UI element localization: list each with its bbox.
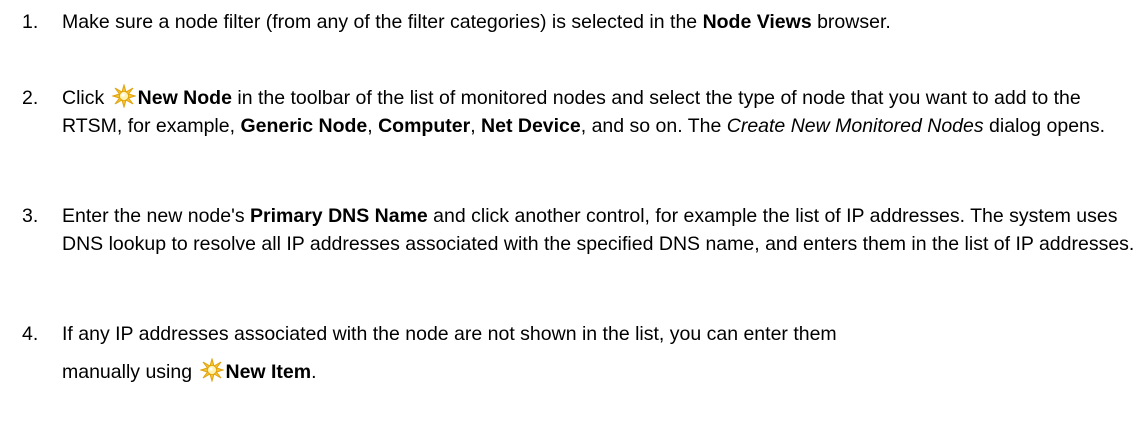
text-run: Click — [62, 87, 110, 109]
text-run: Enter the new node's — [62, 205, 251, 227]
text-run: , — [470, 115, 482, 137]
new-sparkle-icon — [112, 84, 136, 108]
ui-term-new-item: New Item — [225, 361, 312, 383]
text-run: , — [367, 115, 379, 137]
dialog-name: Create New Monitored Nodes — [726, 115, 984, 137]
step-text: Enter the new node's Primary DNS Name an… — [62, 202, 1140, 258]
step-number: 3. — [22, 205, 39, 227]
ui-term-generic-node: Generic Node — [240, 115, 368, 137]
ui-term-new-node: New Node — [137, 87, 232, 109]
ui-term-node-views: Node Views — [702, 11, 812, 33]
text-run: browser. — [811, 11, 891, 33]
ui-term-net-device: Net Device — [481, 115, 581, 137]
step-number: 1. — [22, 11, 39, 33]
new-sparkle-icon — [200, 358, 223, 382]
text-run: dialog opens. — [983, 115, 1106, 137]
step-text: Make sure a node filter (from any of the… — [62, 8, 1140, 36]
text-run: manually using — [62, 361, 198, 383]
text-run: , and so on. The — [580, 115, 727, 137]
text-run: Make sure a node filter (from any of the… — [62, 11, 703, 33]
step-text-line: manually using New Item. — [62, 358, 1140, 386]
text-run: If any IP addresses associated with the … — [62, 323, 837, 345]
step-text: If any IP addresses associated with the … — [62, 320, 1140, 386]
step-text: Click New Node in the toolbar of the lis… — [62, 84, 1140, 140]
step-number: 4. — [22, 323, 39, 345]
text-run: . — [311, 361, 317, 383]
step-number: 2. — [22, 87, 39, 109]
ui-term-primary-dns-name: Primary DNS Name — [250, 205, 428, 227]
ui-term-computer: Computer — [378, 115, 471, 137]
